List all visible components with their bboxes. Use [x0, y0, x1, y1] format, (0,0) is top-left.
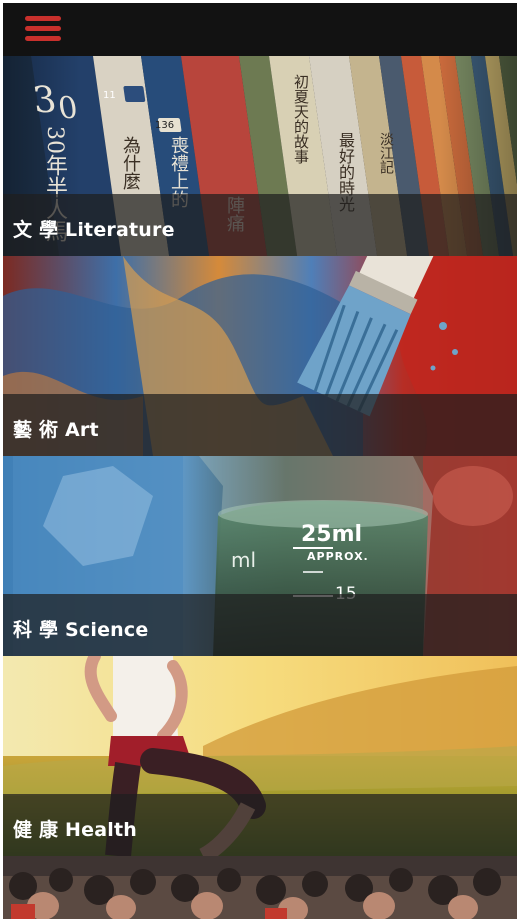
beaker-approx-label: APPROX. — [307, 550, 369, 563]
category-tile-science[interactable]: 25ml APPROX. 15 ml 科 學 Science — [3, 456, 517, 656]
category-label: 健 康 Health — [13, 819, 137, 841]
category-tile-art[interactable]: 藝 術 Art — [3, 256, 517, 456]
hamburger-menu-icon[interactable] — [25, 14, 61, 44]
menu-line — [25, 36, 61, 41]
app-frame: 3 0 11 136 30年半人馬 為什麼 喪禮上的 陣痛 初夏天的故事 最好的… — [3, 3, 517, 919]
category-caption-bar: 科 學 Science — [3, 594, 517, 656]
menu-line — [25, 16, 61, 21]
book-spine-title: 淡江記 — [378, 132, 394, 174]
category-label: 藝 術 Art — [13, 419, 99, 441]
book-badge: 11 — [103, 90, 116, 101]
menu-line — [25, 26, 61, 31]
top-bar — [3, 3, 517, 56]
category-label: 科 學 Science — [13, 619, 149, 641]
book-badge: 136 — [155, 120, 175, 131]
crowd-photo — [3, 856, 517, 919]
category-tile-literature[interactable]: 3 0 11 136 30年半人馬 為什麼 喪禮上的 陣痛 初夏天的故事 最好的… — [3, 56, 517, 256]
beaker-volume-label: 25ml — [301, 522, 363, 547]
book-spine-title: 為什麼 — [120, 136, 141, 190]
book-spine-title: 初夏天的故事 — [292, 74, 310, 164]
category-label: 文 學 Literature — [13, 219, 175, 241]
category-caption-bar: 健 康 Health — [3, 794, 517, 856]
beaker-unit-label: ml — [231, 548, 257, 572]
category-tile-health[interactable]: 健 康 Health — [3, 656, 517, 856]
category-caption-bar: 文 學 Literature — [3, 194, 517, 256]
category-tile-partial[interactable] — [3, 856, 517, 919]
category-caption-bar: 藝 術 Art — [3, 394, 517, 456]
